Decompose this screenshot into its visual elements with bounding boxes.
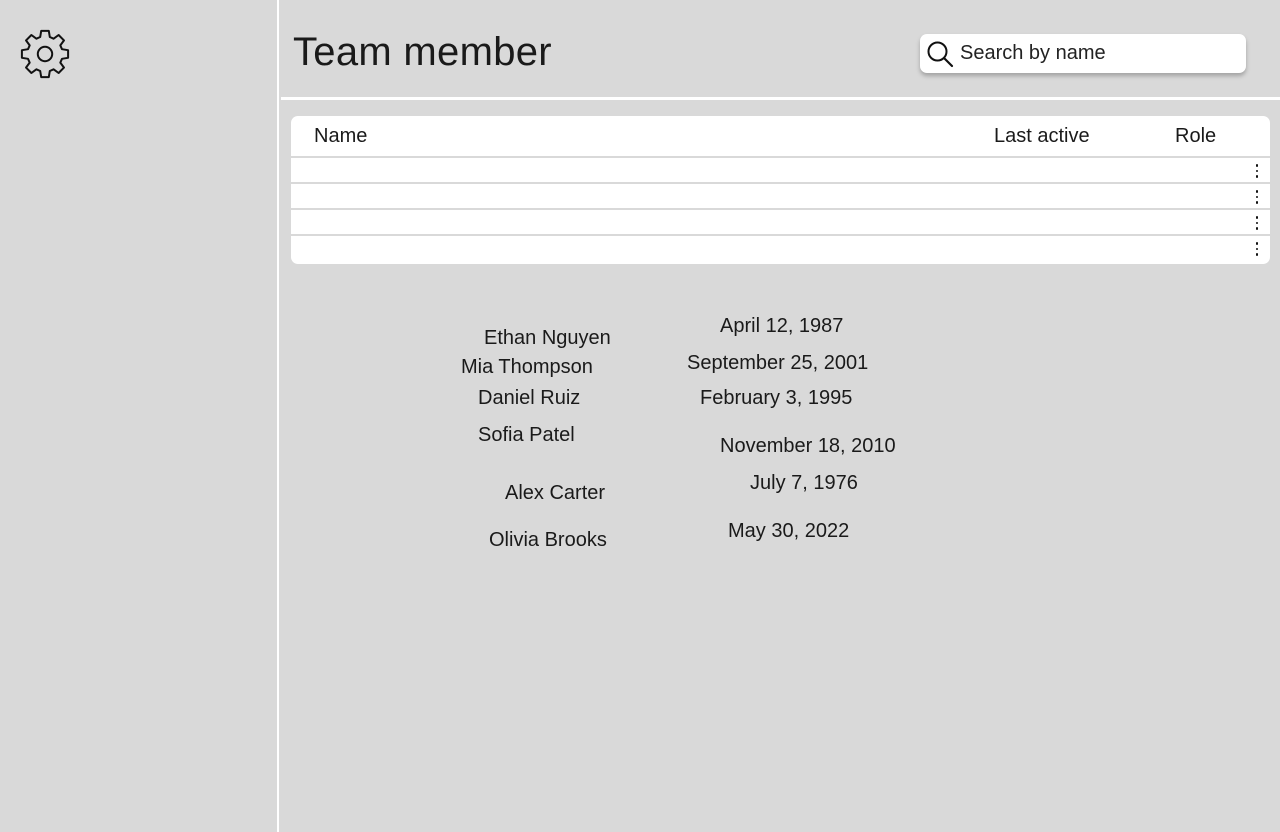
more-options-icon[interactable] xyxy=(1254,164,1260,178)
page-title: Team member xyxy=(293,30,552,74)
floating-name: Ethan Nguyen xyxy=(484,327,611,349)
more-options-icon[interactable] xyxy=(1254,242,1260,256)
floating-name: Sofia Patel xyxy=(478,424,575,446)
floating-name: Mia Thompson xyxy=(461,356,593,378)
floating-name: Olivia Brooks xyxy=(489,529,607,551)
main-panel: Team member Name Last active Role xyxy=(281,0,1280,832)
table-row[interactable] xyxy=(291,158,1270,184)
search-icon xyxy=(927,41,954,67)
sidebar xyxy=(0,0,279,832)
gear-icon[interactable] xyxy=(20,29,70,79)
column-header-name[interactable]: Name xyxy=(314,125,367,148)
floating-name: Daniel Ruiz xyxy=(478,387,581,409)
table-header: Name Last active Role xyxy=(291,116,1270,158)
search-box[interactable] xyxy=(920,34,1246,73)
column-header-role[interactable]: Role xyxy=(1175,125,1216,148)
column-header-last-active[interactable]: Last active xyxy=(994,125,1090,148)
table-row[interactable] xyxy=(291,236,1270,262)
floating-date: February 3, 1995 xyxy=(700,387,853,409)
floating-date: April 12, 1987 xyxy=(720,315,844,337)
more-options-icon[interactable] xyxy=(1254,190,1260,204)
floating-name: Alex Carter xyxy=(505,482,606,504)
search-input[interactable] xyxy=(960,42,1230,65)
table-row[interactable] xyxy=(291,184,1270,210)
more-options-icon[interactable] xyxy=(1254,216,1260,230)
floating-date: November 18, 2010 xyxy=(720,435,896,457)
header: Team member xyxy=(281,0,1280,100)
floating-date: May 30, 2022 xyxy=(728,520,850,542)
floating-date: July 7, 1976 xyxy=(750,472,858,494)
table-row[interactable] xyxy=(291,210,1270,236)
team-table: Name Last active Role xyxy=(291,116,1270,264)
floating-date: September 25, 2001 xyxy=(687,352,869,374)
